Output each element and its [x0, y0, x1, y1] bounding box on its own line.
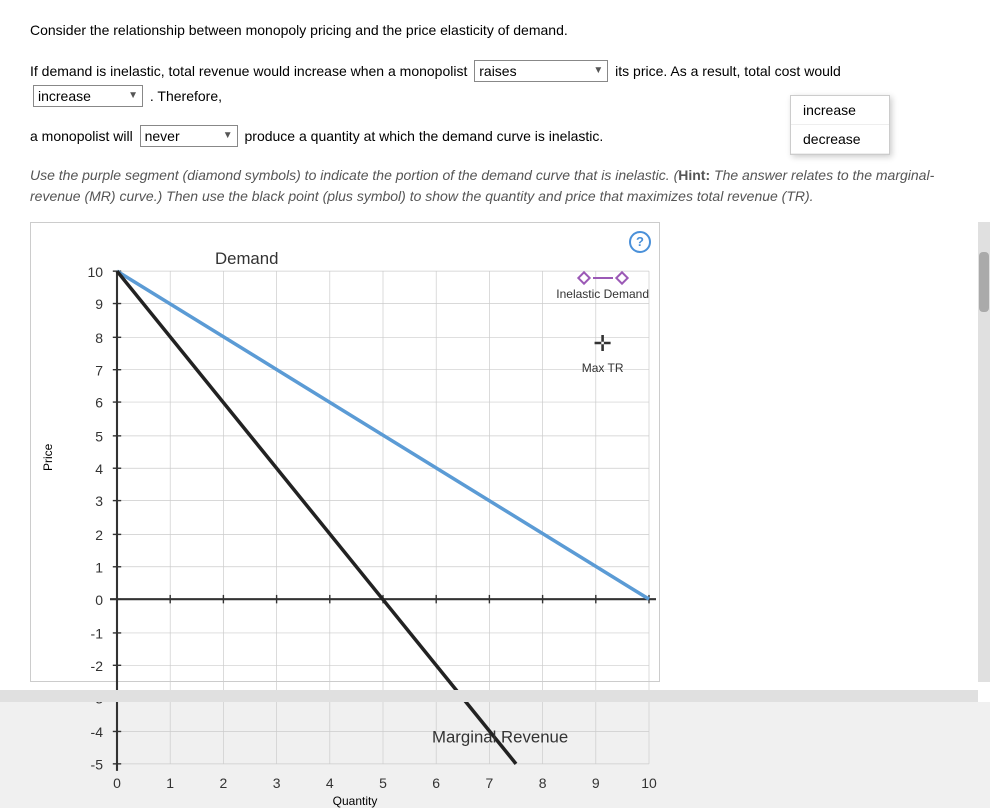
- dropdown2-select[interactable]: increase decrease not change: [38, 88, 128, 104]
- svg-text:5: 5: [379, 774, 387, 790]
- svg-text:8: 8: [95, 329, 103, 345]
- svg-text:9: 9: [95, 296, 103, 312]
- x-axis-label: Quantity: [61, 794, 649, 808]
- line2-suffix: produce a quantity at which the demand c…: [245, 128, 604, 144]
- svg-text:8: 8: [539, 774, 547, 790]
- hint-text: Use the purple segment (diamond symbols)…: [30, 165, 960, 207]
- svg-text:3: 3: [273, 774, 281, 790]
- svg-text:4: 4: [95, 460, 103, 476]
- svg-text:Demand: Demand: [215, 249, 278, 268]
- dropdown1-container[interactable]: raises lowers does not change ▼: [474, 60, 608, 82]
- line1-middle: its price. As a result, total cost would: [615, 63, 841, 79]
- svg-text:2: 2: [95, 527, 103, 543]
- hint-prefix: Use the purple segment (diamond symbols)…: [30, 167, 678, 183]
- scrollbar-bottom[interactable]: [0, 690, 978, 702]
- dropdown-popup-decrease[interactable]: decrease: [791, 125, 889, 154]
- max-tr-legend: ✛ Max TR: [556, 331, 649, 375]
- svg-text:2: 2: [220, 774, 228, 790]
- legend-area: Inelastic Demand ✛ Max TR: [556, 273, 649, 375]
- svg-text:7: 7: [95, 362, 103, 378]
- svg-text:-4: -4: [91, 724, 104, 740]
- svg-text:Marginal Revenue: Marginal Revenue: [432, 727, 568, 746]
- max-tr-label: Max TR: [582, 361, 624, 375]
- svg-text:1: 1: [166, 774, 174, 790]
- intro-text: Consider the relationship between monopo…: [30, 20, 960, 41]
- y-axis-label: Price: [41, 243, 61, 671]
- svg-text:10: 10: [641, 774, 657, 790]
- diamond-left: [577, 270, 591, 284]
- svg-text:3: 3: [95, 493, 103, 509]
- svg-text:4: 4: [326, 774, 334, 790]
- svg-text:1: 1: [95, 559, 103, 575]
- line2-prefix: a monopolist will: [30, 128, 133, 144]
- svg-text:0: 0: [113, 774, 121, 790]
- svg-text:-1: -1: [91, 625, 104, 641]
- diamond-right: [615, 270, 629, 284]
- line1-prefix: If demand is inelastic, total revenue wo…: [30, 63, 467, 79]
- main-content: Consider the relationship between monopo…: [0, 0, 990, 702]
- dropdown2-container[interactable]: increase decrease not change ▼: [33, 85, 143, 107]
- scrollbar-right[interactable]: [978, 222, 990, 682]
- hint-bold: Hint:: [678, 167, 710, 183]
- svg-text:-2: -2: [91, 657, 104, 673]
- dropdown-popup-increase[interactable]: increase: [791, 96, 889, 125]
- dropdown2-arrow: ▼: [128, 87, 138, 105]
- scrollbar-thumb[interactable]: [979, 252, 989, 312]
- svg-text:10: 10: [87, 263, 103, 279]
- svg-text:7: 7: [486, 774, 494, 790]
- line1-suffix: . Therefore,: [150, 88, 222, 104]
- diamond-line: [593, 277, 613, 279]
- dropdown-popup: increase decrease: [790, 95, 890, 155]
- svg-text:0: 0: [95, 591, 103, 607]
- dropdown1-select[interactable]: raises lowers does not change: [479, 63, 603, 79]
- dropdown3-container[interactable]: never always sometimes ▼: [140, 125, 238, 147]
- graph-container: ? Price: [30, 222, 660, 682]
- inelastic-demand-legend: Inelastic Demand: [556, 273, 649, 301]
- svg-text:9: 9: [592, 774, 600, 790]
- svg-text:5: 5: [95, 428, 103, 444]
- svg-text:-5: -5: [91, 756, 104, 772]
- dropdown3-select[interactable]: never always sometimes: [145, 128, 233, 144]
- svg-text:6: 6: [432, 774, 440, 790]
- inelastic-label: Inelastic Demand: [556, 287, 649, 301]
- svg-text:6: 6: [95, 394, 103, 410]
- inelastic-symbol: [579, 273, 627, 283]
- max-tr-symbol[interactable]: ✛: [593, 331, 611, 357]
